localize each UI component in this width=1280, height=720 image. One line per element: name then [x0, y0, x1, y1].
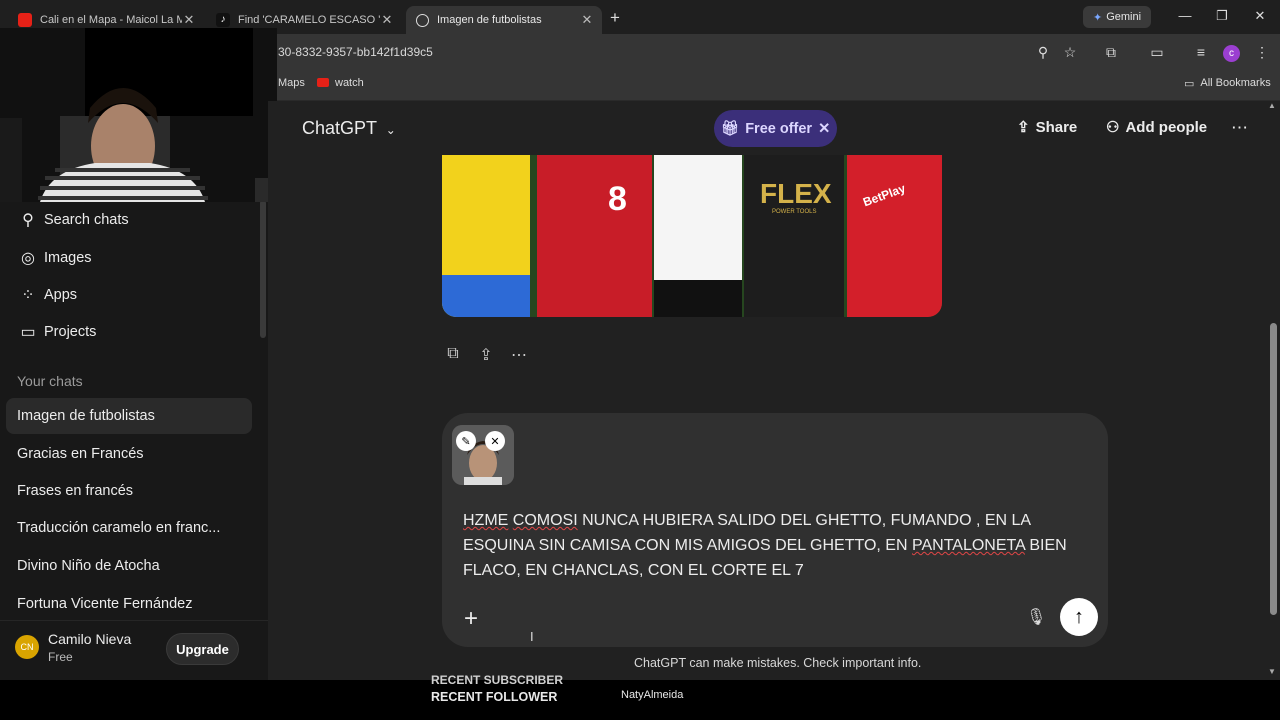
add-people-button[interactable]: ⚇ Add people — [1106, 118, 1208, 137]
tab-label: Imagen de futbolistas — [437, 14, 542, 26]
model-selector[interactable]: ChatGPT ⌄ — [302, 118, 396, 139]
webcam-overlay — [0, 28, 277, 202]
webcam-person-image — [0, 28, 277, 202]
sidebar-item-apps[interactable]: ⁘ Apps — [0, 277, 260, 313]
free-offer-button[interactable]: 🎁︎ Free offer ✕ — [714, 110, 837, 147]
gift-icon: 🎁︎ — [720, 121, 740, 137]
free-offer-label: Free offer — [745, 120, 813, 137]
share-button[interactable]: ⇪ Share — [1017, 118, 1078, 137]
share-icon[interactable]: ⇪ — [476, 345, 496, 365]
user-plan: Free — [48, 650, 73, 664]
chats-section-title: Your chats — [17, 373, 83, 389]
zoom-icon[interactable]: ⚲ — [1034, 44, 1052, 61]
sidebar-item-projects[interactable]: ▭ Projects — [0, 314, 260, 350]
sidebar-item-label: Apps — [44, 287, 78, 303]
chat-item[interactable]: Gracias en Francés — [6, 436, 252, 472]
sidebar-item-label: Images — [44, 250, 92, 266]
search-icon: ⚲ — [22, 212, 34, 229]
tab-label: Cali en el Mapa - Maicol La M — [40, 14, 182, 26]
tab-label: Find 'CARAMELO ESCASO ' on — [238, 14, 380, 26]
folder-icon: ▭ — [1184, 78, 1195, 90]
chat-item[interactable]: Fortuna Vicente Fernández — [6, 586, 252, 622]
profile-avatar[interactable]: c — [1223, 45, 1240, 62]
extensions-icon[interactable]: ⧉ — [1102, 44, 1120, 61]
recent-follower-label: RECENT FOLLOWER — [431, 690, 558, 704]
bookmark-star-icon[interactable]: ☆ — [1061, 44, 1079, 61]
apps-icon: ⁘ — [21, 287, 35, 304]
youtube-icon — [18, 13, 32, 27]
all-bookmarks-label: All Bookmarks — [1200, 77, 1271, 89]
arrow-up-icon: ↑ — [1074, 605, 1084, 628]
menu-icon[interactable]: ⋮ — [1253, 44, 1271, 61]
bookmark-maps[interactable]: Maps — [278, 77, 305, 89]
maximize-icon[interactable]: ❐ — [1212, 8, 1232, 24]
user-name[interactable]: Camilo Nieva — [48, 631, 131, 647]
scroll-down-icon[interactable]: ▼ — [1268, 667, 1276, 676]
misspelled-word: HZME — [463, 512, 509, 529]
microphone-icon[interactable]: 🎙︎ — [1026, 607, 1046, 627]
close-icon[interactable]: ✕ — [380, 12, 394, 28]
tiktok-icon: ♪ — [216, 13, 230, 27]
url-field[interactable]: 30-8332-9357-bb142f1d39c5 — [278, 45, 433, 59]
youtube-icon — [317, 78, 329, 87]
sidebar-item-images[interactable]: ◎ Images — [0, 240, 260, 276]
scroll-up-icon[interactable]: ▲ — [1268, 101, 1276, 110]
browser-tab-active[interactable]: Imagen de futbolistas ✕ — [406, 6, 602, 34]
misspelled-word: COMOSI — [512, 512, 578, 529]
generated-image[interactable]: 8 FLEX POWER TOOLS BetPlay — [442, 155, 942, 317]
close-icon[interactable]: ✕ — [818, 121, 830, 137]
recent-subscriber-label: RECENT SUBSCRIBER — [431, 673, 564, 687]
close-icon[interactable]: ✕ — [580, 12, 594, 28]
more-icon[interactable]: ⋯ — [509, 345, 529, 365]
model-title: ChatGPT — [302, 118, 377, 138]
sparkle-icon: ✦ — [1092, 11, 1103, 24]
copy-icon[interactable]: ⧉ — [443, 345, 463, 365]
sidebar-item-search[interactable]: ⚲ Search chats — [0, 202, 260, 238]
more-options-icon[interactable]: ⋯ — [1231, 118, 1248, 138]
media-icon[interactable]: ≡ — [1192, 44, 1210, 60]
chatgpt-icon — [416, 13, 429, 27]
chat-item[interactable]: Divino Niño de Atocha — [6, 548, 252, 584]
chat-item[interactable]: Traducción caramelo en franc... — [6, 510, 252, 546]
remove-attachment-icon[interactable]: ✕ — [485, 431, 505, 451]
sidebar-item-label: Projects — [44, 324, 97, 340]
add-person-icon: ⚇ — [1106, 119, 1120, 136]
cast-icon[interactable]: ▭ — [1148, 44, 1166, 61]
upgrade-button[interactable]: Upgrade — [166, 633, 239, 665]
share-label: Share — [1035, 118, 1078, 136]
close-icon[interactable]: ✕ — [182, 12, 196, 28]
text-cursor-icon: Ι — [530, 629, 534, 644]
avatar[interactable]: CN — [15, 635, 39, 659]
prompt-input[interactable]: HZME COMOSI NUNCA HUBIERA SALIDO DEL GHE… — [463, 508, 1083, 583]
chat-item-active[interactable]: Imagen de futbolistas — [6, 398, 252, 434]
scrollbar-thumb[interactable] — [1270, 323, 1277, 615]
gemini-button[interactable]: ✦ Gemini — [1083, 6, 1151, 28]
minimize-icon[interactable]: — — [1175, 8, 1195, 23]
jersey-number: 8 — [608, 180, 627, 218]
chevron-down-icon: ⌄ — [385, 123, 396, 137]
window-close-icon[interactable]: ✕ — [1250, 8, 1270, 24]
sidebar-item-label: Search chats — [44, 212, 129, 228]
bookmark-watch[interactable]: watch — [335, 77, 364, 89]
footballers-image: 8 FLEX POWER TOOLS BetPlay — [442, 155, 942, 317]
sponsor-flex: FLEX — [760, 178, 832, 209]
projects-icon: ▭ — [20, 324, 36, 341]
sponsor-sub: POWER TOOLS — [772, 209, 816, 215]
add-attachment-icon[interactable]: + — [460, 605, 482, 633]
all-bookmarks[interactable]: ▭ All Bookmarks — [1184, 77, 1271, 90]
new-tab-button[interactable]: + — [610, 8, 620, 28]
sidebar-scrollbar[interactable] — [260, 200, 266, 338]
share-icon: ⇪ — [1017, 119, 1030, 136]
gemini-label: Gemini — [1106, 11, 1142, 23]
chat-item[interactable]: Frases en francés — [6, 473, 252, 509]
images-icon: ◎ — [21, 250, 35, 267]
disclaimer: ChatGPT can make mistakes. Check importa… — [634, 656, 922, 670]
recent-follower-name: NatyAlmeida — [621, 689, 684, 701]
edit-icon[interactable]: ✎ — [456, 431, 476, 451]
misspelled-word: PANTALONETA — [911, 537, 1025, 554]
send-button[interactable]: ↑ — [1060, 598, 1098, 636]
add-people-label: Add people — [1125, 118, 1208, 136]
